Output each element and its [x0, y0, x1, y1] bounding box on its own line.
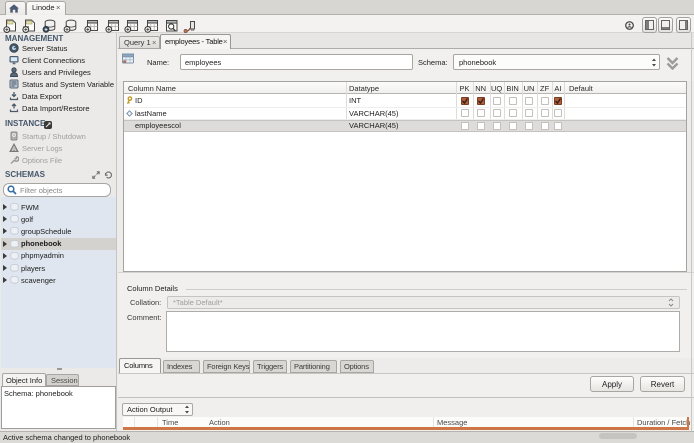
svg-text:A: A	[12, 147, 16, 153]
